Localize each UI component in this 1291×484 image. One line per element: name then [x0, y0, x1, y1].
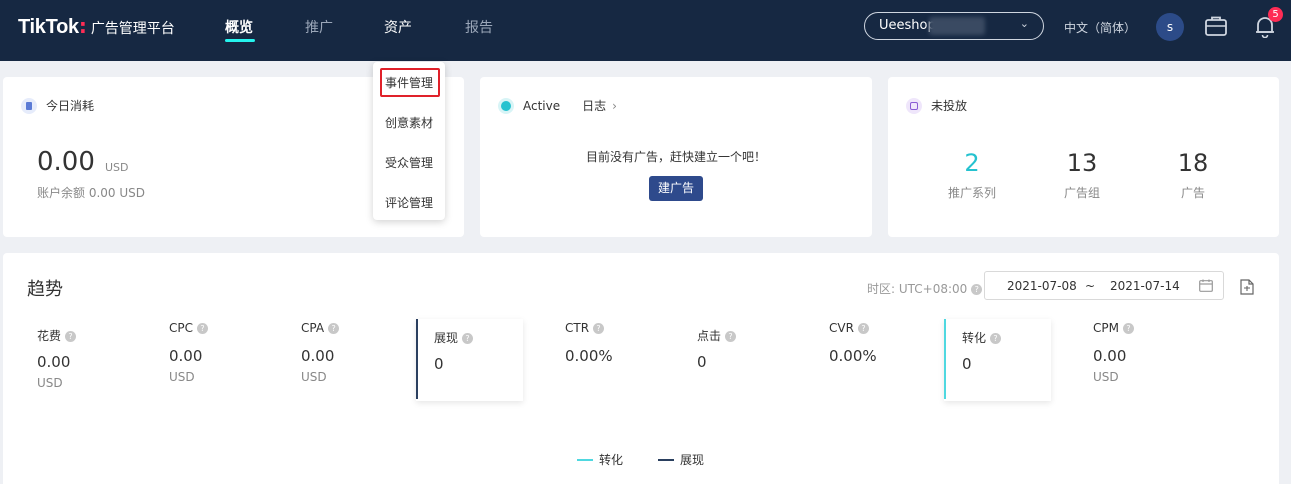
trend-panel: 趋势 时区: UTC+08:00? 2021-07-08 ~ 2021-07-1…: [3, 253, 1279, 484]
help-icon[interactable]: ?: [328, 323, 340, 334]
account-name: Ueeshop: [879, 18, 936, 33]
today-spend-unit: USD: [105, 161, 129, 174]
nav-active-indicator: [225, 39, 255, 42]
menu-item-comment-management[interactable]: 评论管理: [373, 194, 445, 211]
metric-selected-bar: [416, 319, 418, 399]
metric-cvr[interactable]: CVR? 0.00%: [811, 311, 921, 393]
legend-conversions[interactable]: 转化: [577, 451, 623, 468]
user-avatar[interactable]: s: [1156, 13, 1184, 41]
legend-line-conversions: [577, 458, 593, 461]
account-balance: 账户余额 0.00 USD: [37, 186, 145, 200]
metric-cpa[interactable]: CPA? 0.00 USD: [283, 311, 393, 393]
nav-promotion[interactable]: 推广: [305, 17, 333, 37]
create-ad-button[interactable]: 建广告: [649, 176, 703, 201]
metric-conversions[interactable]: 转化? 0: [944, 319, 1051, 401]
metric-spend[interactable]: 花费? 0.00 USD: [19, 317, 129, 399]
stat-ads-label: 广告: [1180, 186, 1205, 200]
tiktok-ads-logo[interactable]: TikTok : 广告管理平台: [18, 14, 175, 39]
stat-ads-value[interactable]: 18: [1153, 149, 1233, 177]
chevron-right-icon[interactable]: ›: [612, 99, 617, 113]
date-start[interactable]: 2021-07-08: [1007, 279, 1077, 293]
undelivered-header: 未投放: [906, 97, 967, 114]
metric-cpm[interactable]: CPM? 0.00 USD: [1075, 311, 1185, 393]
help-icon[interactable]: ?: [725, 331, 737, 342]
timezone-label: 时区: UTC+08:00?: [867, 280, 983, 297]
metric-cpc[interactable]: CPC? 0.00 USD: [151, 311, 261, 393]
chevron-down-icon: ⌄: [1019, 17, 1029, 30]
help-icon[interactable]: ?: [1122, 323, 1134, 334]
assets-dropdown-menu: 事件管理 创意素材 受众管理 评论管理: [373, 62, 445, 220]
status-check-icon: [498, 97, 514, 114]
help-icon[interactable]: ?: [197, 323, 208, 334]
language-switcher[interactable]: 中文（简体）: [1064, 19, 1136, 36]
account-id-redacted: [929, 17, 985, 35]
nav-assets[interactable]: 资产: [384, 17, 412, 37]
no-ads-message: 目前没有广告，赶快建立一个吧！: [585, 150, 766, 164]
menu-item-audience-management[interactable]: 受众管理: [373, 154, 445, 171]
metric-impressions[interactable]: 展现? 0: [416, 319, 523, 401]
nav-overview[interactable]: 概览: [225, 17, 253, 37]
top-navigation-bar: TikTok : 广告管理平台 概览 推广 资产 报告 Ueeshop ⌄ 中文…: [0, 0, 1291, 61]
metric-clicks[interactable]: 点击? 0: [679, 317, 789, 399]
today-spend-amount: 0.00: [37, 147, 95, 177]
account-status-text: Active: [523, 98, 561, 113]
stat-adgroups-label: 广告组: [1063, 186, 1100, 200]
help-icon[interactable]: ?: [462, 333, 474, 344]
account-selector[interactable]: Ueeshop ⌄: [864, 12, 1044, 40]
help-icon[interactable]: ?: [857, 323, 869, 334]
legend-impressions[interactable]: 展现: [658, 451, 704, 468]
date-separator: ~: [1085, 279, 1096, 293]
calendar-icon[interactable]: [1199, 279, 1213, 292]
menu-item-event-management[interactable]: 事件管理: [373, 74, 445, 91]
metric-selected-bar: [944, 319, 946, 399]
menu-item-creative-assets[interactable]: 创意素材: [373, 114, 445, 131]
undelivered-card: 未投放 2 推广系列 13 广告组 18 广告: [888, 77, 1279, 237]
help-icon[interactable]: ?: [65, 331, 77, 342]
legend-line-impressions: [658, 458, 674, 461]
help-icon[interactable]: ?: [990, 333, 1002, 344]
stat-campaigns-label: 推广系列: [947, 186, 996, 200]
campaign-icon: [906, 97, 922, 114]
export-icon[interactable]: [1240, 279, 1254, 295]
date-range-picker[interactable]: 2021-07-08 ~ 2021-07-14: [984, 271, 1224, 300]
notification-count-badge: 5: [1268, 7, 1283, 22]
briefcase-icon[interactable]: [1204, 14, 1228, 38]
document-icon: [21, 97, 37, 114]
account-status-header: Active 日志 ›: [498, 97, 617, 114]
stat-adgroups-value[interactable]: 13: [1042, 149, 1122, 177]
metric-ctr[interactable]: CTR? 0.00%: [547, 311, 657, 393]
stat-campaigns-value[interactable]: 2: [932, 149, 1012, 177]
log-link[interactable]: 日志: [582, 97, 606, 114]
account-status-card: Active 日志 › 目前没有广告，赶快建立一个吧！: [480, 77, 872, 237]
help-icon[interactable]: ?: [971, 284, 983, 295]
date-end[interactable]: 2021-07-14: [1110, 279, 1180, 293]
trend-title: 趋势: [27, 279, 63, 300]
nav-reports[interactable]: 报告: [465, 17, 493, 37]
help-icon[interactable]: ?: [593, 323, 605, 334]
today-spend-header: 今日消耗: [21, 97, 94, 114]
